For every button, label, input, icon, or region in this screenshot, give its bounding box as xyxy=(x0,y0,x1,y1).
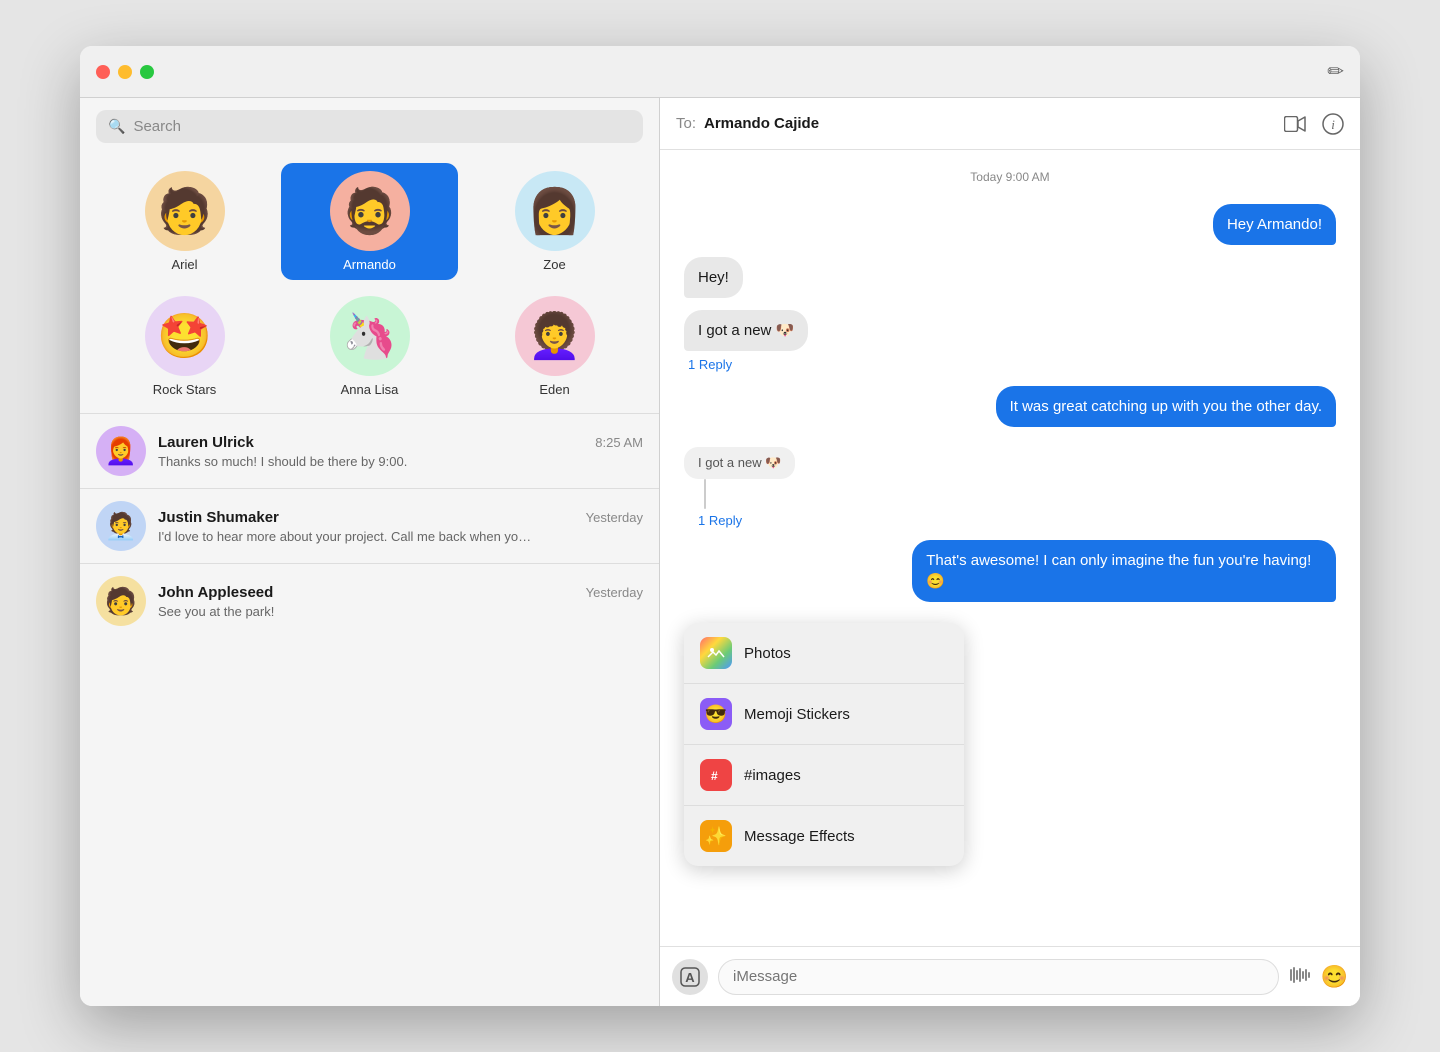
images-icon: # xyxy=(700,759,732,791)
message-bubble-3: I got a new 🐶 xyxy=(684,310,808,351)
conversation-list: 👩‍🦰 Lauren Ulrick 8:25 AM Thanks so much… xyxy=(80,413,659,1006)
conv-name-john: John Appleseed xyxy=(158,584,273,601)
pinned-item-ariel[interactable]: 🧑 Ariel xyxy=(96,163,273,280)
conv-name-justin: Justin Shumaker xyxy=(158,509,279,526)
message-row-2: Hey! xyxy=(684,257,1336,298)
sidebar: 🔍 Search 🧑 Ariel 🧔 Armando xyxy=(80,98,660,1006)
search-icon: 🔍 xyxy=(108,118,125,135)
popup-label-memoji: Memoji Stickers xyxy=(744,706,850,723)
effects-icon: ✨ xyxy=(700,820,732,852)
minimize-button[interactable] xyxy=(118,65,132,79)
title-bar: ✏ xyxy=(80,46,1360,98)
conversation-item-justin[interactable]: 🧑‍💼 Justin Shumaker Yesterday I'd love t… xyxy=(80,488,659,563)
popup-item-effects[interactable]: ✨ Message Effects xyxy=(684,806,964,866)
conversation-item-john[interactable]: 🧑 John Appleseed Yesterday See you at th… xyxy=(80,563,659,638)
avatar-justin: 🧑‍💼 xyxy=(96,501,146,551)
conv-header-justin: Justin Shumaker Yesterday xyxy=(158,509,643,526)
conv-time-justin: Yesterday xyxy=(586,510,643,525)
conv-info-lauren: Lauren Ulrick 8:25 AM Thanks so much! I … xyxy=(158,434,643,469)
conv-name-lauren: Lauren Ulrick xyxy=(158,434,254,451)
popup-label-images: #images xyxy=(744,767,801,784)
conv-time-lauren: 8:25 AM xyxy=(595,435,643,450)
pinned-name-annalisa: Anna Lisa xyxy=(341,382,399,397)
search-bar[interactable]: 🔍 Search xyxy=(96,110,643,143)
memoji-icon: 😎 xyxy=(700,698,732,730)
popup-item-photos[interactable]: Photos xyxy=(684,623,964,684)
pinned-item-annalisa[interactable]: 🦄 Anna Lisa xyxy=(281,288,458,405)
maximize-button[interactable] xyxy=(140,65,154,79)
chat-panel: To: Armando Cajide i xyxy=(660,98,1360,1006)
pinned-name-rockstars: Rock Stars xyxy=(153,382,217,397)
popup-item-memoji[interactable]: 😎 Memoji Stickers xyxy=(684,684,964,745)
conv-header-john: John Appleseed Yesterday xyxy=(158,584,643,601)
pinned-item-rockstars[interactable]: 🤩 Rock Stars xyxy=(96,288,273,405)
conversation-item-lauren[interactable]: 👩‍🦰 Lauren Ulrick 8:25 AM Thanks so much… xyxy=(80,413,659,488)
chat-recipient: Armando Cajide xyxy=(704,115,1276,132)
conv-preview-lauren: Thanks so much! I should be there by 9:0… xyxy=(158,454,538,469)
messages-area: Today 9:00 AM Hey Armando! Hey! I got a … xyxy=(660,150,1360,946)
conv-preview-justin: I'd love to hear more about your project… xyxy=(158,529,538,544)
close-button[interactable] xyxy=(96,65,110,79)
main-content: 🔍 Search 🧑 Ariel 🧔 Armando xyxy=(80,98,1360,1006)
photos-icon xyxy=(700,637,732,669)
avatar-annalisa: 🦄 xyxy=(330,296,410,376)
reply-link-2[interactable]: 1 Reply xyxy=(698,513,742,528)
thread-line xyxy=(704,479,706,509)
pinned-name-eden: Eden xyxy=(539,382,569,397)
chat-header-icons: i xyxy=(1284,113,1344,135)
pinned-name-zoe: Zoe xyxy=(543,257,565,272)
avatar-lauren: 👩‍🦰 xyxy=(96,426,146,476)
pinned-name-ariel: Ariel xyxy=(171,257,197,272)
avatar-eden: 👩‍🦱 xyxy=(515,296,595,376)
avatar-john: 🧑 xyxy=(96,576,146,626)
popup-label-effects: Message Effects xyxy=(744,828,855,845)
message-input-bar: A 😊 xyxy=(660,946,1360,1006)
app-store-button[interactable]: A xyxy=(672,959,708,995)
popup-menu: Photos 😎 Memoji Stickers # #images ✨ xyxy=(684,623,964,866)
conv-time-john: Yesterday xyxy=(586,585,643,600)
video-call-button[interactable] xyxy=(1284,113,1306,135)
thread-container: I got a new 🐶 1 Reply xyxy=(684,447,1336,528)
chat-header: To: Armando Cajide i xyxy=(660,98,1360,150)
info-button[interactable]: i xyxy=(1322,113,1344,135)
traffic-lights xyxy=(96,65,154,79)
pinned-item-armando[interactable]: 🧔 Armando xyxy=(281,163,458,280)
message-bubble-1: Hey Armando! xyxy=(1213,204,1336,245)
message-input[interactable] xyxy=(718,959,1279,995)
conv-preview-john: See you at the park! xyxy=(158,604,538,619)
messages-window: ✏ 🔍 Search 🧑 Ariel xyxy=(80,46,1360,1006)
pinned-item-zoe[interactable]: 👩 Zoe xyxy=(466,163,643,280)
message-bubble-2: Hey! xyxy=(684,257,743,298)
pinned-name-armando: Armando xyxy=(343,257,396,272)
pinned-item-eden[interactable]: 👩‍🦱 Eden xyxy=(466,288,643,405)
conv-info-john: John Appleseed Yesterday See you at the … xyxy=(158,584,643,619)
svg-text:A: A xyxy=(685,970,695,985)
avatar-rockstars: 🤩 xyxy=(145,296,225,376)
search-placeholder: Search xyxy=(133,118,181,135)
audio-button[interactable] xyxy=(1289,964,1311,990)
popup-item-images[interactable]: # #images xyxy=(684,745,964,806)
message-row-3: I got a new 🐶 1 Reply xyxy=(684,310,1336,374)
message-row-1: Hey Armando! xyxy=(684,204,1336,245)
emoji-button[interactable]: 😊 xyxy=(1321,964,1348,990)
message-row-4: It was great catching up with you the ot… xyxy=(684,386,1336,427)
avatar-armando: 🧔 xyxy=(330,171,410,251)
thread-quote: I got a new 🐶 xyxy=(684,447,795,479)
conv-info-justin: Justin Shumaker Yesterday I'd love to he… xyxy=(158,509,643,544)
chat-to-label: To: xyxy=(676,115,696,132)
compose-button[interactable]: ✏ xyxy=(1327,59,1344,84)
avatar-ariel: 🧑 xyxy=(145,171,225,251)
message-row-6: That's awesome! I can only imagine the f… xyxy=(684,540,1336,602)
pinned-contacts-grid: 🧑 Ariel 🧔 Armando 👩 Zoe xyxy=(80,155,659,413)
thread-quote-text: I got a new 🐶 xyxy=(698,455,781,471)
message-bubble-4: It was great catching up with you the ot… xyxy=(996,386,1336,427)
chat-timestamp: Today 9:00 AM xyxy=(684,170,1336,184)
popup-label-photos: Photos xyxy=(744,645,791,662)
conv-header-lauren: Lauren Ulrick 8:25 AM xyxy=(158,434,643,451)
avatar-zoe: 👩 xyxy=(515,171,595,251)
message-bubble-6: That's awesome! I can only imagine the f… xyxy=(912,540,1336,602)
svg-text:i: i xyxy=(1331,117,1335,132)
svg-text:#: # xyxy=(711,769,718,783)
reply-link-1[interactable]: 1 Reply xyxy=(684,355,736,374)
